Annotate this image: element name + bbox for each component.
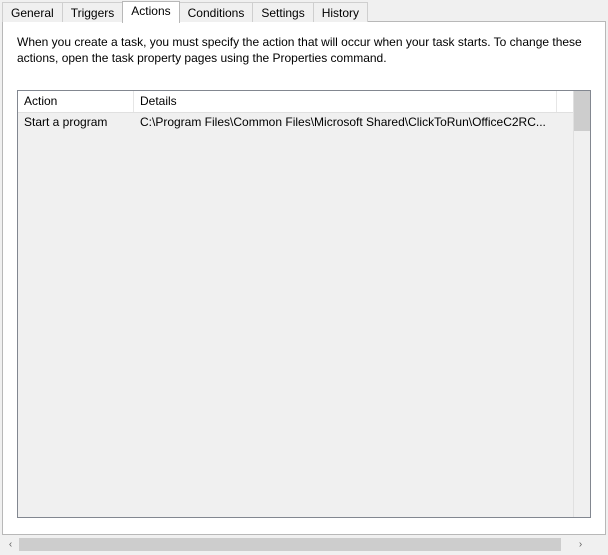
column-header-action[interactable]: Action xyxy=(18,91,134,112)
table-row[interactable]: Start a program C:\Program Files\Common … xyxy=(18,113,573,133)
tab-conditions[interactable]: Conditions xyxy=(179,2,254,22)
tab-triggers[interactable]: Triggers xyxy=(62,2,124,22)
scroll-right-button[interactable]: › xyxy=(572,536,589,553)
scroll-left-button[interactable]: ‹ xyxy=(2,536,19,553)
vertical-scroll-thumb[interactable] xyxy=(574,91,590,131)
task-properties-panel: General Triggers Actions Conditions Sett… xyxy=(0,0,608,555)
actions-list-header: Action Details xyxy=(18,91,573,113)
vertical-scrollbar[interactable] xyxy=(573,91,590,517)
tab-history[interactable]: History xyxy=(313,2,368,22)
chevron-right-icon: › xyxy=(579,539,582,550)
scrollbar-corner xyxy=(589,536,606,553)
horizontal-scrollbar[interactable]: ‹ › xyxy=(2,536,606,553)
horizontal-scroll-thumb[interactable] xyxy=(19,538,561,551)
cell-action: Start a program xyxy=(18,113,134,133)
tab-page-actions: When you create a task, you must specify… xyxy=(2,21,606,535)
column-header-details[interactable]: Details xyxy=(134,91,557,112)
actions-list-inner: Action Details Start a program C:\Progra… xyxy=(18,91,573,517)
tab-strip: General Triggers Actions Conditions Sett… xyxy=(0,0,608,22)
actions-description: When you create a task, you must specify… xyxy=(3,22,605,76)
actions-list[interactable]: Action Details Start a program C:\Progra… xyxy=(17,90,591,518)
tab-general[interactable]: General xyxy=(2,2,63,22)
cell-details: C:\Program Files\Common Files\Microsoft … xyxy=(134,113,573,133)
tab-actions[interactable]: Actions xyxy=(122,1,179,23)
actions-list-body[interactable]: Start a program C:\Program Files\Common … xyxy=(18,113,573,517)
chevron-left-icon: ‹ xyxy=(9,539,12,550)
horizontal-scroll-track[interactable] xyxy=(19,536,572,553)
tab-settings[interactable]: Settings xyxy=(252,2,313,22)
column-header-spacer xyxy=(557,91,573,112)
